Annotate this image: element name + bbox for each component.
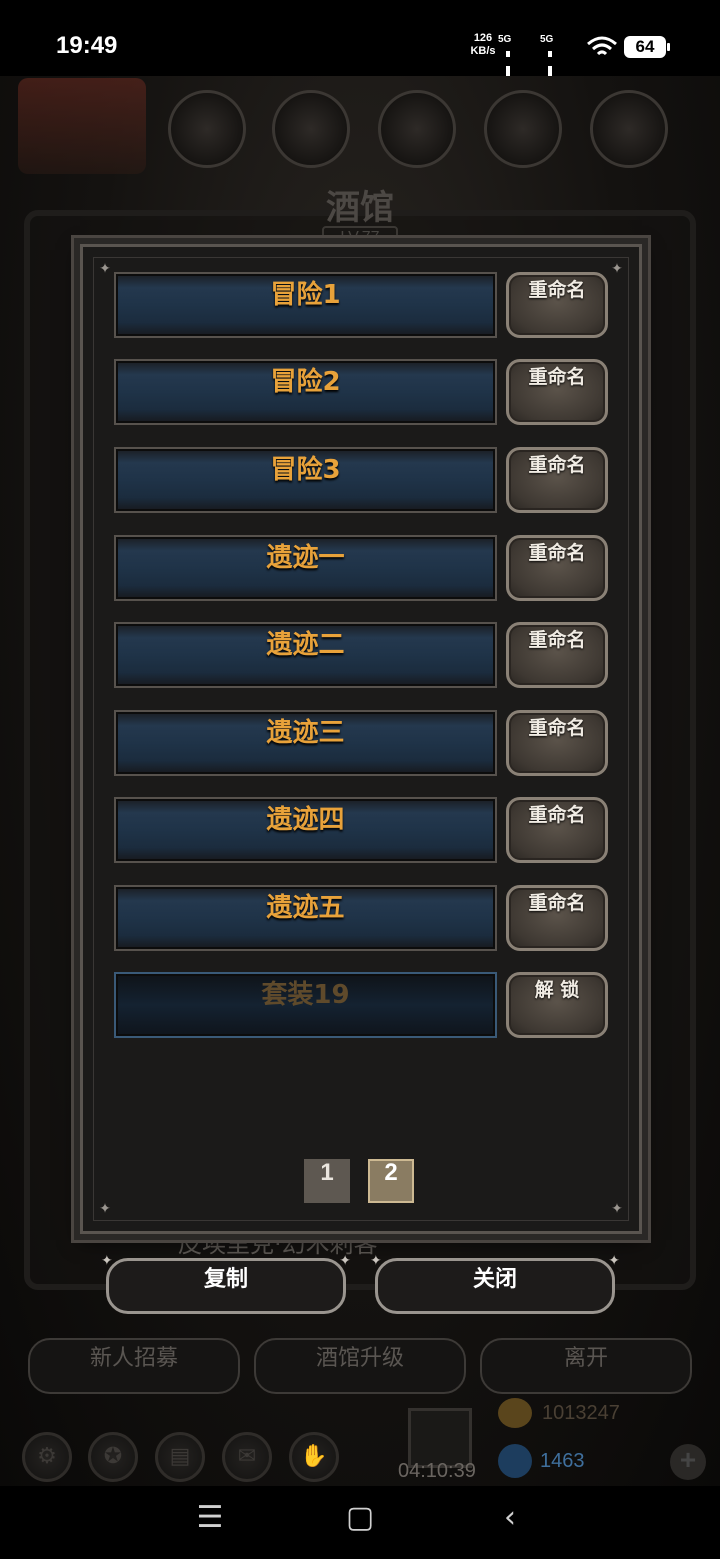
gear-icon: ⚙ — [22, 1432, 72, 1482]
net-speed-value: 126 — [473, 32, 493, 44]
net-speed-unit: KB/s — [470, 45, 496, 57]
slot-row: 遗迹二 重命名 — [114, 622, 608, 688]
resource-icon-2 — [272, 90, 350, 168]
slot-name-field[interactable]: 冒险3 — [114, 447, 497, 513]
chest-icon — [408, 1408, 472, 1468]
star-badge-icon: ✪ — [88, 1432, 138, 1482]
rename-button[interactable]: 重命名 — [506, 272, 608, 338]
rename-button[interactable]: 重命名 — [506, 797, 608, 863]
slot-row: 遗迹四 重命名 — [114, 797, 608, 863]
slot-name-field[interactable]: 遗迹四 — [114, 797, 497, 863]
rename-button[interactable]: 重命名 — [506, 447, 608, 513]
status-time: 19:49 — [56, 32, 118, 59]
slot-name-field[interactable]: 遗迹三 — [114, 710, 497, 776]
slot-row: 冒险1 重命名 — [114, 272, 608, 338]
add-currency-icon: + — [670, 1444, 706, 1480]
rename-button[interactable]: 重命名 — [506, 622, 608, 688]
rename-button[interactable]: 重命名 — [506, 710, 608, 776]
back-icon[interactable]: ‹ — [486, 1500, 534, 1548]
slot-row: 遗迹一 重命名 — [114, 535, 608, 601]
system-nav-bar: ☰ ▢ ‹ — [0, 1486, 720, 1559]
unlock-button[interactable]: 解 锁 — [506, 972, 608, 1038]
chest-timer: 04:10:39 — [398, 1460, 476, 1482]
slot-row: 冒险2 重命名 — [114, 359, 608, 425]
gem-amount: 1463 — [540, 1450, 585, 1472]
rename-button[interactable]: 重命名 — [506, 885, 608, 951]
player-avatar — [18, 78, 146, 174]
scroll-icon: ▤ — [155, 1432, 205, 1482]
slot-row: 遗迹五 重命名 — [114, 885, 608, 951]
copy-button[interactable]: 复制 — [101, 1253, 351, 1314]
wifi-icon — [587, 36, 617, 56]
resource-icon-1 — [168, 90, 246, 168]
tavern-title: 酒馆 — [326, 188, 394, 228]
recruit-button: 新人招募 — [28, 1338, 240, 1394]
slot-name-field[interactable]: 遗迹五 — [114, 885, 497, 951]
corner-ornament-icon: ✦ — [611, 261, 623, 277]
menu-icon[interactable]: ☰ — [186, 1500, 234, 1548]
close-button[interactable]: 关闭 — [370, 1253, 620, 1314]
slot-row: 遗迹三 重命名 — [114, 710, 608, 776]
gem-icon — [498, 1444, 532, 1478]
gold-coin-icon — [498, 1398, 532, 1428]
mail-icon: ✉ — [222, 1432, 272, 1482]
slot-row-locked: 套装19 解 锁 — [114, 972, 608, 1038]
page-button-2-active[interactable]: 2 — [368, 1159, 414, 1203]
slot-name-field[interactable]: 遗迹二 — [114, 622, 497, 688]
slot-name-field[interactable]: 冒险1 — [114, 272, 497, 338]
resource-icon-3 — [378, 90, 456, 168]
corner-ornament-icon: ✦ — [611, 1201, 623, 1217]
rename-button[interactable]: 重命名 — [506, 535, 608, 601]
tavern-upgrade-button: 酒馆升级 — [254, 1338, 466, 1394]
corner-ornament-icon: ✦ — [99, 1201, 111, 1217]
home-icon[interactable]: ▢ — [336, 1500, 384, 1548]
leave-button: 离开 — [480, 1338, 692, 1394]
corner-ornament-icon: ✦ — [99, 261, 111, 277]
rename-button[interactable]: 重命名 — [506, 359, 608, 425]
resource-icon-5 — [590, 90, 668, 168]
slot-name-field[interactable]: 冒险2 — [114, 359, 497, 425]
slot-name-locked: 套装19 — [114, 972, 497, 1038]
resource-icon-4 — [484, 90, 562, 168]
slot-row: 冒险3 重命名 — [114, 447, 608, 513]
page-button-1[interactable]: 1 — [304, 1159, 350, 1203]
net-speed: 126 KB/s — [466, 32, 500, 58]
slot-name-field[interactable]: 遗迹一 — [114, 535, 497, 601]
gold-amount: 1013247 — [542, 1402, 620, 1424]
battery-icon: 64 — [624, 36, 670, 58]
handshake-icon: ✋ — [289, 1432, 339, 1482]
